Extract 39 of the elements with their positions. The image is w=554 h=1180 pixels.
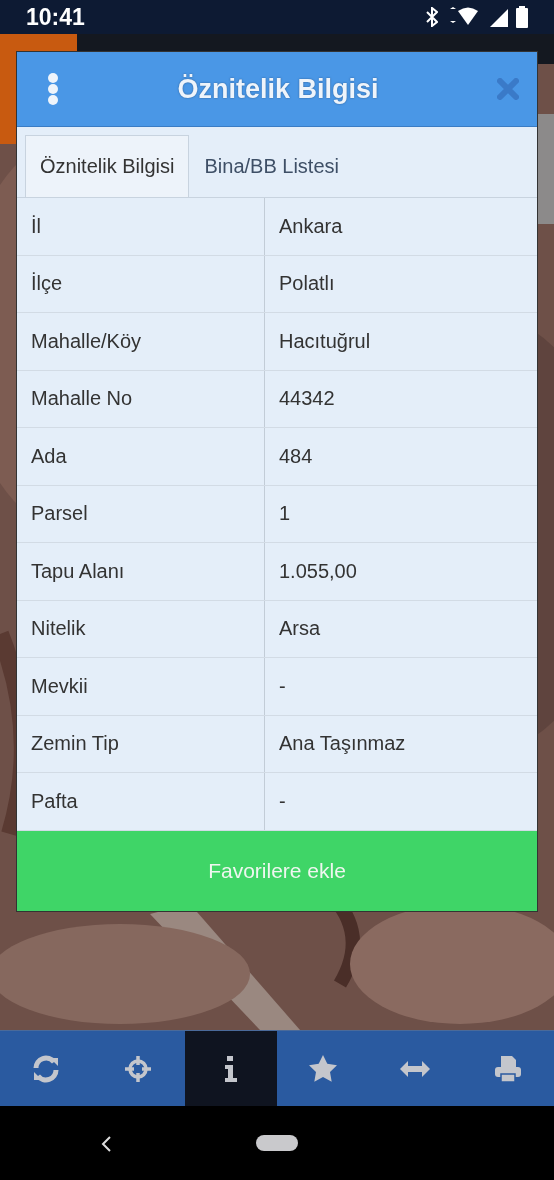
field-label: Parsel <box>30 501 89 527</box>
field-value: 44342 <box>264 370 537 427</box>
field-value: Ankara <box>264 198 537 255</box>
bluetooth-icon <box>426 7 438 27</box>
field-label: Zemin Tip <box>30 731 120 757</box>
field-label: Mevkii <box>30 673 89 699</box>
dialog-title: Öznitelik Bilgisi <box>177 73 379 105</box>
field-value: Polatlı <box>264 255 537 312</box>
refresh-icon <box>32 1054 61 1083</box>
tab[interactable]: Öznitelik Bilgisi <box>25 135 190 197</box>
field-label: Ada <box>30 443 68 469</box>
printer-icon <box>493 1054 522 1083</box>
info-icon <box>223 1055 238 1082</box>
back-icon[interactable] <box>100 1136 112 1152</box>
field-label: Mahalle No <box>30 386 134 412</box>
field-value: Ana Taşınmaz <box>264 715 537 772</box>
field-value: 484 <box>264 428 537 485</box>
field-label: Tapu Alanı <box>30 558 126 584</box>
signal-icon <box>488 7 508 27</box>
toolbar-button[interactable] <box>184 1031 277 1106</box>
crosshair-icon <box>124 1054 153 1083</box>
field-label: İl <box>30 213 42 239</box>
battery-icon <box>516 6 528 28</box>
home-button[interactable] <box>256 1135 298 1151</box>
clock: 10:41 <box>26 3 85 31</box>
tab[interactable]: Bina/BB Listesi <box>189 135 354 197</box>
star-icon <box>309 1055 338 1082</box>
field-value: Hacıtuğrul <box>264 313 537 370</box>
field-value: - <box>264 773 537 830</box>
field-label: İlçe <box>30 271 64 297</box>
field-label: Pafta <box>30 788 79 814</box>
field-label: Nitelik <box>30 616 87 642</box>
field-value: 1.055,00 <box>264 543 537 600</box>
field-value: 1 <box>264 485 537 542</box>
field-value: Arsa <box>264 600 537 657</box>
double-arrow-icon <box>400 1060 431 1077</box>
field-value: - <box>264 658 537 715</box>
field-label: Mahalle/Köy <box>30 328 143 354</box>
menu-icon[interactable] <box>47 73 59 105</box>
